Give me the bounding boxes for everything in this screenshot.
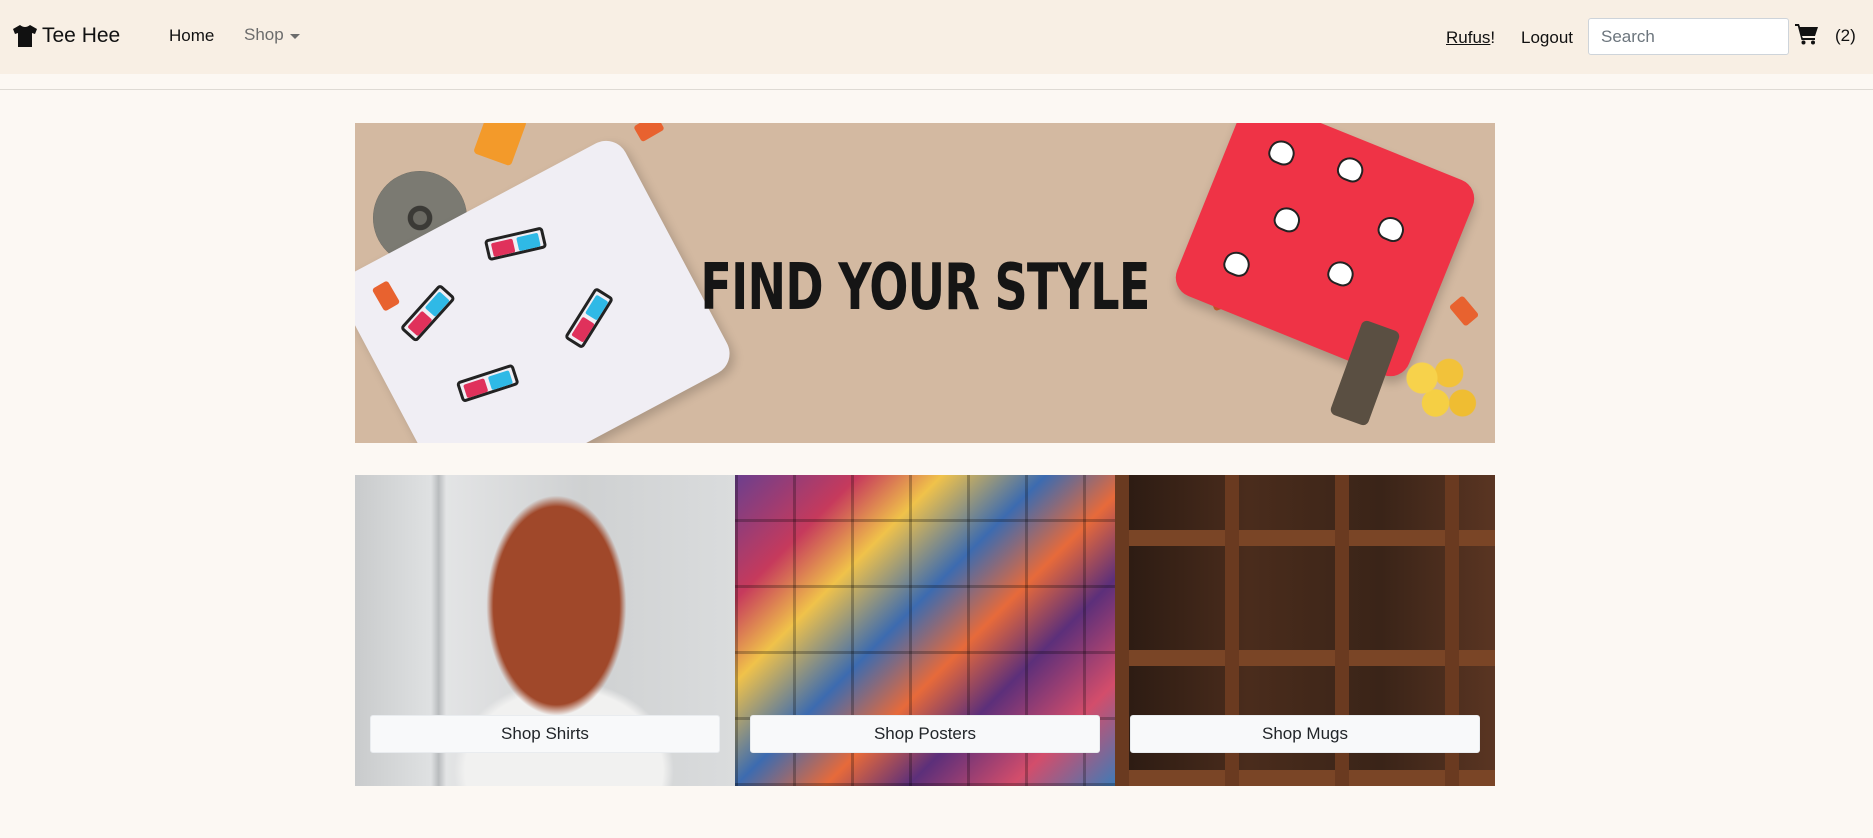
ticket-image	[633, 123, 665, 143]
header-divider	[0, 89, 1873, 90]
popcorn-pattern	[1333, 153, 1368, 186]
popcorn-pattern	[1220, 247, 1254, 280]
popcorn-pattern	[1265, 136, 1299, 169]
tshirt-icon	[12, 24, 38, 48]
cart-icon[interactable]	[1795, 23, 1819, 45]
popcorn-bucket-image	[1395, 348, 1485, 443]
chevron-down-icon	[289, 33, 300, 39]
shirts-tile: Shop Shirts	[355, 475, 735, 786]
popcorn-pattern	[1374, 213, 1408, 246]
drink-cup-image	[472, 123, 528, 167]
user-suffix: !	[1490, 28, 1496, 47]
shop-mugs-button[interactable]: Shop Mugs	[1130, 715, 1480, 753]
popcorn-pattern	[1324, 257, 1358, 290]
nav-user-greeting: Rufus!	[1446, 28, 1495, 48]
shop-shirts-button[interactable]: Shop Shirts	[370, 715, 720, 753]
mugs-tile: Shop Mugs	[1115, 475, 1495, 786]
ticket-image	[1448, 295, 1480, 327]
glasses-pattern	[455, 363, 520, 403]
shop-posters-button[interactable]: Shop Posters	[750, 715, 1100, 753]
popcorn-pattern	[1270, 203, 1304, 236]
logout-link[interactable]: Logout	[1521, 28, 1573, 48]
navbar: Tee Hee Home Shop Rufus! Logout (2)	[0, 0, 1873, 74]
nav-home-link[interactable]: Home	[169, 26, 214, 46]
hero-banner: FIND YOUR STYLE	[355, 123, 1495, 443]
nav-shop-dropdown[interactable]: Shop	[244, 25, 300, 45]
nav-shop-label: Shop	[244, 25, 284, 44]
popcorn-pillow-image	[1169, 123, 1481, 383]
cart-count[interactable]: (2)	[1835, 26, 1856, 46]
posters-tile: Shop Posters	[735, 475, 1115, 786]
glasses-pattern	[399, 283, 457, 343]
brand-name: Tee Hee	[42, 24, 121, 47]
category-tiles: Shop Shirts Shop Posters Shop Mugs	[355, 475, 1495, 786]
brand-link[interactable]: Tee Hee	[12, 20, 120, 52]
search-input[interactable]	[1588, 18, 1789, 55]
user-profile-link[interactable]: Rufus	[1446, 28, 1490, 47]
